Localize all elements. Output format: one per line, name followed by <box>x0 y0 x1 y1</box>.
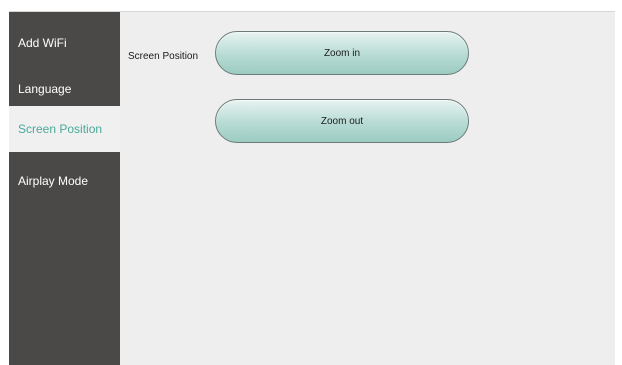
settings-window: Add WiFi Language Screen Position Airpla… <box>9 11 615 365</box>
sidebar-item-label: Airplay Mode <box>18 174 89 188</box>
zoom-out-button[interactable]: Zoom out <box>215 99 469 143</box>
sidebar-item-add-wifi[interactable]: Add WiFi <box>9 20 120 66</box>
sidebar-item-label: Screen Position <box>18 122 103 136</box>
sidebar-item-label: Add WiFi <box>18 36 67 50</box>
sidebar-item-screen-position[interactable]: Screen Position <box>9 106 120 152</box>
sidebar-item-label: Language <box>18 82 72 96</box>
section-label: Screen Position <box>128 51 199 62</box>
sidebar-item-airplay-mode[interactable]: Airplay Mode <box>9 158 120 204</box>
main-panel: Screen Position Zoom in Zoom out <box>120 12 615 365</box>
zoom-in-button[interactable]: Zoom in <box>215 31 469 75</box>
sidebar: Add WiFi Language Screen Position Airpla… <box>9 12 120 365</box>
zoom-in-label: Zoom in <box>323 47 361 59</box>
zoom-out-label: Zoom out <box>320 115 364 127</box>
